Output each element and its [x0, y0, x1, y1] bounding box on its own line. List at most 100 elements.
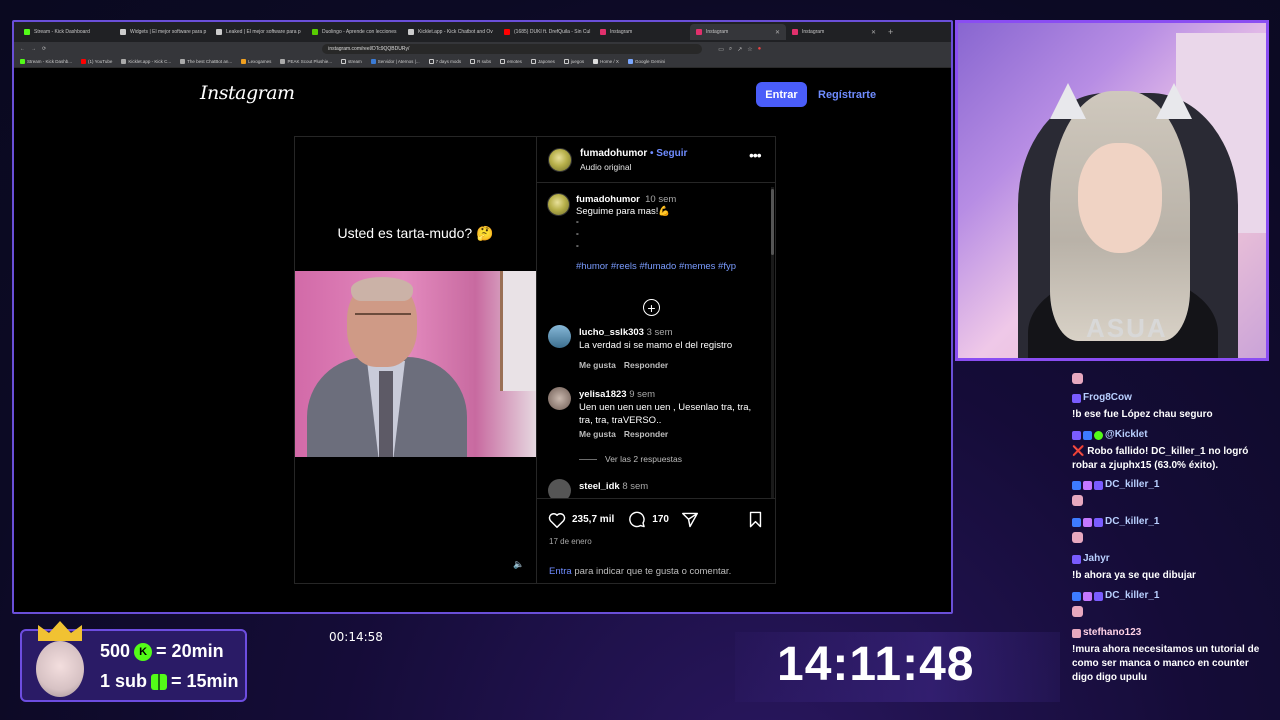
chat-text: !b ahora ya se que dibujar	[1072, 569, 1196, 581]
chat-username[interactable]: Frog8Cow	[1083, 391, 1132, 405]
badge-icon	[1083, 591, 1092, 601]
instagram-logo[interactable]: Instagram	[200, 82, 295, 104]
like-heart-icon[interactable]	[548, 512, 566, 528]
chat-message: stefhano123 !mura ahora necesitamos un t…	[1072, 626, 1268, 685]
emote-icon	[1072, 606, 1083, 618]
forward-icon[interactable]: →	[31, 46, 36, 52]
tab-instagram-3[interactable]: Instagram ✕	[786, 24, 882, 40]
login-prompt-text: para indicar que te gusta o comentar.	[571, 566, 732, 577]
bookmark-folder[interactable]: R subs	[470, 59, 491, 64]
reply-button[interactable]: Responder	[624, 360, 668, 370]
bookmark-folder[interactable]: juegos	[563, 59, 584, 64]
comment-username[interactable]: steel_idk	[579, 481, 620, 492]
chat-username[interactable]: Jahyr	[1083, 552, 1110, 566]
comment-bubble-icon[interactable]	[628, 511, 646, 528]
caption-username[interactable]: fumadohumor	[576, 194, 640, 205]
badge-icon	[1094, 591, 1103, 601]
chat-username[interactable]: DC_killer_1	[1105, 478, 1159, 492]
bookmark-item[interactable]: Stream - Kick Dashb...	[20, 59, 72, 64]
reload-icon[interactable]: ⟳	[42, 46, 46, 52]
load-more-comments-icon[interactable]: +	[643, 299, 660, 316]
post-header: fumadohumor • Seguir Audio original •••	[537, 137, 775, 183]
follow-button[interactable]: • Seguir	[650, 148, 687, 159]
badge-icon	[1072, 517, 1081, 527]
signup-link[interactable]: Regístrarte	[818, 82, 876, 107]
avatar[interactable]	[548, 325, 571, 348]
avatar[interactable]	[548, 387, 571, 410]
close-icon[interactable]: ✕	[871, 29, 876, 36]
close-icon[interactable]: ✕	[775, 29, 780, 36]
reel-video[interactable]: Usted es tarta-mudo? 🤔 🔈	[295, 137, 536, 583]
avatar[interactable]	[547, 193, 570, 216]
tab-widgets[interactable]: Widgets | El mejor software para p	[114, 24, 210, 40]
badge-icon	[1072, 554, 1081, 564]
share-plane-icon[interactable]	[681, 512, 699, 528]
bookmark-item[interactable]: Google Gemini	[627, 59, 665, 64]
bookmark-item[interactable]: Servidor | Aternos |...	[370, 59, 420, 64]
chat-username[interactable]: DC_killer_1	[1105, 589, 1159, 603]
caption-hashtags[interactable]: #humor #reels #fumado #memes #fyp	[576, 261, 736, 272]
cast-icon[interactable]: ▭	[718, 46, 724, 53]
tab-kicklet[interactable]: Kicklet.app - Kick Chatbot and Ov	[402, 24, 498, 40]
view-replies-button[interactable]: Ver las 2 respuestas	[579, 454, 682, 464]
login-link[interactable]: Entra	[549, 566, 572, 577]
tab-leaked[interactable]: Leaked | El mejor software para p	[210, 24, 306, 40]
emote-icon	[1072, 372, 1083, 384]
bookmark-folder[interactable]: 7 days mods	[428, 59, 461, 64]
url-input[interactable]: instagram.com/reel/DTc9QQBDURy/	[322, 44, 703, 54]
back-icon[interactable]: ←	[20, 46, 25, 52]
bookmark-folder[interactable]: emotes	[500, 59, 522, 64]
tab-instagram-1[interactable]: Instagram	[594, 24, 690, 40]
author-username[interactable]: fumadohumor	[580, 148, 647, 159]
kick-icon	[24, 29, 30, 35]
share-icon[interactable]: ↗	[737, 46, 742, 53]
badge-icon	[1094, 480, 1103, 490]
bookmark-item[interactable]: Lexogames	[241, 59, 271, 64]
scrollbar-thumb[interactable]	[771, 189, 774, 255]
avatar	[28, 621, 90, 701]
reel-post: Usted es tarta-mudo? 🤔 🔈 fumadohumor • S…	[294, 136, 776, 584]
countdown-clock: 14:11:48	[777, 638, 975, 691]
new-tab-button[interactable]: +	[882, 27, 899, 37]
reply-button[interactable]: Responder	[624, 429, 668, 439]
comments-panel[interactable]: fumadohumor 10 sem Seguime para mas!💪 ° …	[537, 183, 775, 498]
chat-username[interactable]: DC_killer_1	[1105, 515, 1159, 529]
login-button[interactable]: Entrar	[756, 82, 807, 107]
tab-duolingo[interactable]: Duolingo - Aprende con lecciones	[306, 24, 402, 40]
tab-kick-dashboard[interactable]: Stream - Kick Dashboard	[18, 24, 114, 40]
chat-username[interactable]: stefhano123	[1083, 626, 1141, 640]
bookmark-star-icon[interactable]: ☆	[747, 46, 752, 53]
bookmark-item[interactable]: The best ChatBot an...	[180, 59, 232, 64]
tab-youtube[interactable]: (1685) DUKI ft. DrefQuila - Sin Cul	[498, 24, 594, 40]
chat-text: !mura ahora necesitamos un tutorial de c…	[1072, 643, 1260, 683]
tab-instagram-2[interactable]: Instagram ✕	[690, 24, 786, 40]
bookmark-item[interactable]: Kicklet.app - Kick C...	[121, 59, 171, 64]
zoom-icon[interactable]: ⌕	[729, 46, 732, 53]
like-comment-button[interactable]: Me gusta	[579, 360, 616, 370]
chat-text: ❌ Robo fallido! DC_killer_1 no logró rob…	[1072, 445, 1249, 471]
more-options-icon[interactable]: •••	[749, 147, 762, 163]
comment-count[interactable]: 170	[652, 514, 669, 525]
bookmark-folder[interactable]: stream	[340, 59, 362, 64]
volume-icon[interactable]: 🔈	[513, 559, 524, 570]
chat-message: Frog8Cow !b ese fue López chau seguro	[1072, 391, 1268, 422]
bookmark-item[interactable]: Home / X	[593, 59, 619, 64]
like-count[interactable]: 235,7 mil	[572, 514, 614, 525]
extension-icon[interactable]: ●	[758, 46, 762, 53]
avatar[interactable]	[548, 479, 571, 498]
instagram-icon	[600, 29, 606, 35]
site-icon	[120, 29, 126, 35]
comment-username[interactable]: lucho_sslk303	[579, 327, 644, 338]
bookmark-item[interactable]: PEAK Scout Plushie...	[280, 59, 332, 64]
badge-icon	[1083, 430, 1092, 440]
bookmark-item[interactable]: (1) YouTube	[81, 59, 112, 64]
chat-username[interactable]: @Kicklet	[1105, 428, 1148, 442]
like-comment-button[interactable]: Me gusta	[579, 429, 616, 439]
audio-label[interactable]: Audio original	[580, 162, 632, 172]
promo-amount: 1 sub	[100, 671, 148, 691]
bookmark-folder[interactable]: Japones	[530, 59, 555, 64]
avatar[interactable]	[548, 148, 572, 172]
comment-username[interactable]: yelisa1823	[579, 389, 627, 400]
login-prompt: Entra para indicar que te gusta o coment…	[549, 566, 731, 577]
save-bookmark-icon[interactable]	[748, 511, 763, 528]
